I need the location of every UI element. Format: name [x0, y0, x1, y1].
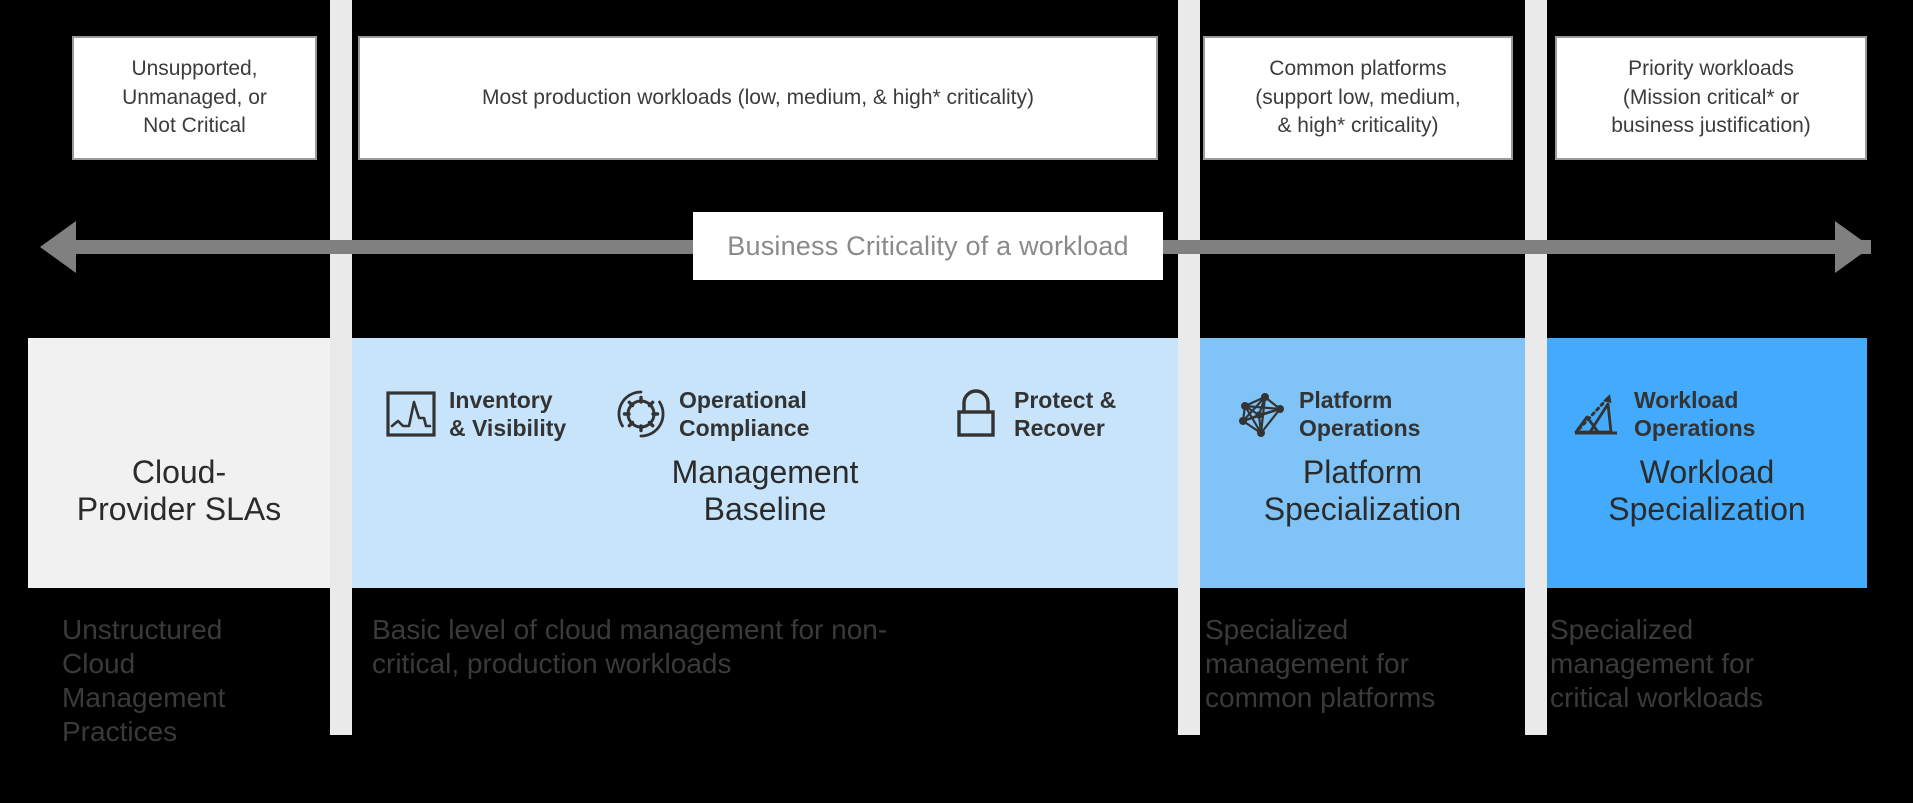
criticality-axis-label-text: Business Criticality of a workload	[727, 230, 1129, 261]
padlock-icon	[957, 389, 995, 437]
criticality-box-text: Common platforms (support low, medium, &…	[1255, 56, 1461, 138]
mountain-growth-icon	[1574, 394, 1617, 435]
criticality-box-text: Unsupported, Unmanaged, or Not Critical	[122, 56, 267, 138]
band-workload-specialization[interactable]: Workload Specialization	[1547, 338, 1867, 588]
column-divider-1	[330, 0, 352, 735]
capability-label: Operational Compliance	[679, 387, 810, 442]
capability-label: Inventory & Visibility	[449, 387, 567, 442]
band-title: Cloud- Provider SLAs	[76, 454, 282, 528]
capability-label: Workload Operations	[1634, 387, 1756, 442]
capability-label: Platform Operations	[1299, 387, 1421, 442]
column-divider-3	[1525, 0, 1547, 735]
description-management-baseline: Basic level of cloud management for non-…	[372, 614, 888, 679]
capability-inventory-and-visibility[interactable]: Inventory & Visibility	[385, 386, 566, 442]
band-title: Management Baseline	[671, 454, 859, 528]
capability-label: Protect & Recover	[1014, 387, 1117, 442]
diagram-canvas: Unsupported, Unmanaged, or Not Critical …	[0, 0, 1913, 803]
capability-operational-compliance[interactable]: Operational Compliance	[615, 386, 809, 442]
right-arrow-head	[1835, 221, 1871, 273]
band-title: Platform Specialization	[1263, 454, 1462, 528]
capability-workload-operations[interactable]: Workload Operations	[1570, 386, 1755, 442]
description-platform-specialization: Specialized management for common platfo…	[1205, 614, 1436, 713]
criticality-axis-label: Business Criticality of a workload	[693, 212, 1163, 280]
criticality-box-production: Most production workloads (low, medium, …	[358, 36, 1158, 160]
criticality-box-text: Most production workloads (low, medium, …	[481, 85, 1035, 109]
criticality-box-common-platforms: Common platforms (support low, medium, &…	[1203, 36, 1513, 160]
criticality-box-text: Priority workloads (Mission critical* or…	[1611, 56, 1811, 138]
band-cloud-provider-slas[interactable]: Cloud- Provider SLAs	[28, 338, 330, 588]
description-cloud-provider-slas: Unstructured Cloud Management Practices	[62, 614, 226, 747]
criticality-box-priority-workloads: Priority workloads (Mission critical* or…	[1555, 36, 1867, 160]
band-platform-specialization[interactable]: Platform Specialization	[1200, 338, 1525, 588]
line-chart-icon	[386, 391, 436, 437]
left-arrow-head	[40, 221, 76, 273]
band-management-baseline[interactable]: Management Baseline	[352, 338, 1178, 588]
network-nodes-icon	[1239, 393, 1284, 438]
description-workload-specialization: Specialized management for critical work…	[1550, 614, 1764, 713]
column-divider-2	[1178, 0, 1200, 735]
capability-platform-operations[interactable]: Platform Operations	[1235, 386, 1420, 442]
band-title: Workload Specialization	[1608, 454, 1806, 528]
criticality-box-unsupported: Unsupported, Unmanaged, or Not Critical	[72, 36, 317, 160]
gear-in-circle-icon	[617, 390, 665, 438]
capability-protect-and-recover[interactable]: Protect & Recover	[950, 386, 1116, 442]
